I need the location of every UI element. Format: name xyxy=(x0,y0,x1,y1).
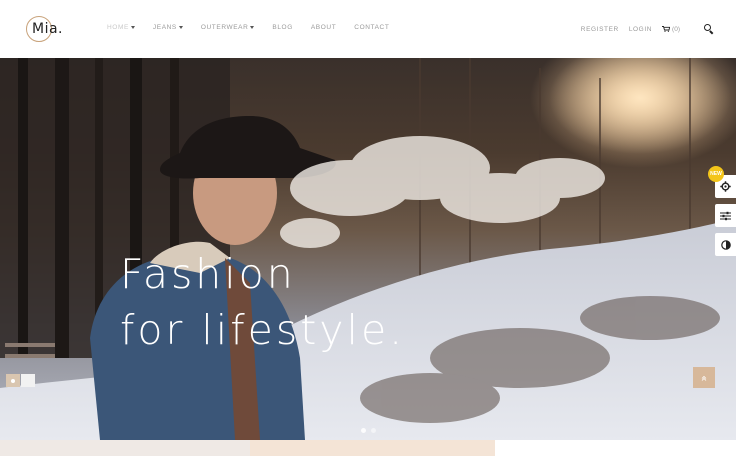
sliders-icon xyxy=(720,211,731,220)
nav-outerwear[interactable]: OUTERWEAR xyxy=(201,24,255,31)
mini-thumb-1[interactable] xyxy=(6,374,20,387)
scroll-top-button[interactable] xyxy=(693,367,715,388)
hero-title-line2: for lifestyle. xyxy=(120,306,406,354)
slider-dot-1[interactable] xyxy=(361,428,366,433)
cart-count: (0) xyxy=(672,25,680,33)
login-link[interactable]: LOGIN xyxy=(629,26,652,33)
nav-blog-label: BLOG xyxy=(272,24,293,31)
nav-jeans-label: JEANS xyxy=(152,24,177,31)
new-badge: NEW xyxy=(708,166,724,182)
nav-home-label: HOME xyxy=(107,24,129,31)
slider-dot-2[interactable] xyxy=(371,428,376,433)
nav-about-label: ABOUT xyxy=(310,24,337,31)
logo-text[interactable]: Mia. xyxy=(32,21,63,37)
chevron-down-icon xyxy=(130,26,135,29)
gear-icon xyxy=(720,181,731,192)
register-link[interactable]: REGISTER xyxy=(581,26,619,33)
preview-block-1 xyxy=(0,440,250,456)
mini-thumbnails xyxy=(6,374,36,387)
nav-jeans[interactable]: JEANS xyxy=(153,24,183,31)
star-icon xyxy=(11,378,15,383)
chevron-down-icon xyxy=(250,26,255,29)
preview-block-2 xyxy=(250,440,495,456)
cart-link[interactable]: (0) xyxy=(662,26,680,33)
cart-icon xyxy=(662,26,671,32)
hero-title: Fashion for lifestyle. xyxy=(120,246,405,358)
hero-title-line1: Fashion xyxy=(120,250,296,298)
nav-contact-label: CONTACT xyxy=(354,24,390,31)
main-nav: HOME JEANS OUTERWEAR BLOG ABOUT CONTACT xyxy=(107,24,407,31)
slider-dots xyxy=(361,428,376,433)
nav-blog[interactable]: BLOG xyxy=(272,24,292,31)
nav-outerwear-label: OUTERWEAR xyxy=(200,24,249,31)
next-section-preview xyxy=(0,440,736,456)
side-settings-panel: NEW xyxy=(708,166,736,262)
site-header: Mia. HOME JEANS OUTERWEAR BLOG ABOUT CON… xyxy=(0,0,736,58)
nav-about[interactable]: ABOUT xyxy=(311,24,336,31)
search-icon[interactable] xyxy=(704,24,714,34)
mini-thumb-2[interactable] xyxy=(21,374,35,387)
contrast-icon xyxy=(720,239,731,250)
nav-home[interactable]: HOME xyxy=(107,24,135,31)
nav-contact[interactable]: CONTACT xyxy=(354,24,389,31)
chevron-down-icon xyxy=(178,26,183,29)
hero-slider: Fashion for lifestyle. NEW xyxy=(0,58,736,440)
preview-block-3 xyxy=(495,440,736,456)
contrast-button[interactable] xyxy=(715,233,736,256)
customize-button[interactable] xyxy=(715,204,736,227)
account-nav: REGISTER LOGIN (0) xyxy=(571,24,714,34)
chevron-up-icon xyxy=(701,375,707,381)
